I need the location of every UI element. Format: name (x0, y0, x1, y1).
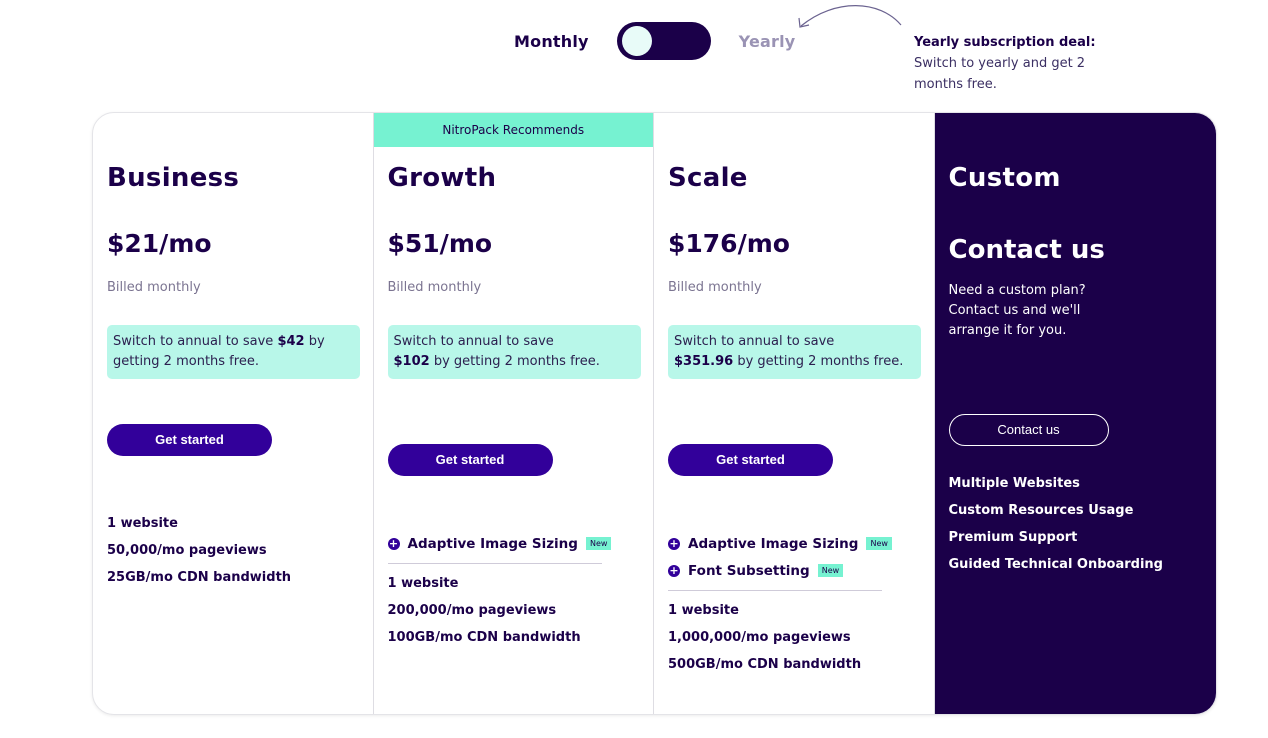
plus-circle-icon: + (668, 563, 680, 577)
feature-item: Guided Technical Onboarding (948, 557, 1163, 572)
divider (387, 563, 602, 564)
pricing-plans: Business $21/mo Billed monthly Switch to… (92, 112, 1217, 715)
new-badge: New (817, 564, 844, 577)
deal-text: Switch to yearly and get 2 months free. (914, 56, 1086, 92)
plan-card-growth: NitroPack Recommends Growth $51/mo Bille… (373, 113, 654, 714)
addon-item: + Font Subsetting New (668, 557, 892, 584)
addon-label: Adaptive Image Sizing (688, 535, 859, 552)
feature-list: Multiple Websites Custom Resources Usage… (949, 470, 1163, 578)
addon-label: Font Subsetting (688, 562, 810, 579)
addon-item: + Adaptive Image Sizing New (387, 530, 612, 557)
feature-item: 1 website (668, 603, 739, 618)
feature-item: Multiple Websites (948, 476, 1080, 491)
feature-list: + Adaptive Image Sizing New + Font Subse… (668, 530, 892, 678)
plan-card-scale: Scale $176/mo Billed monthly Switch to a… (654, 113, 935, 714)
plus-circle-icon: + (668, 536, 680, 550)
feature-item: 50,000/mo pageviews (107, 543, 267, 558)
feature-item: Premium Support (948, 530, 1078, 545)
addon-item: + Adaptive Image Sizing New (668, 530, 892, 557)
recommended-banner: NitroPack Recommends (373, 113, 653, 147)
save-prefix: Switch to annual to save (393, 334, 554, 349)
save-suffix: by getting 2 months free. (733, 354, 904, 369)
feature-list: 1 website 50,000/mo pageviews 25GB/mo CD… (107, 510, 291, 591)
plan-card-custom: Custom Contact us Need a custom plan? Co… (934, 113, 1216, 714)
billing-note: Billed monthly (107, 280, 201, 295)
save-amount: $351.96 (674, 354, 734, 369)
divider (668, 590, 882, 591)
plan-price: $176/mo (668, 229, 790, 258)
get-started-button[interactable]: Get started (387, 444, 553, 476)
feature-list: + Adaptive Image Sizing New 1 website 20… (387, 530, 612, 651)
new-badge: New (585, 537, 612, 550)
contact-us-button[interactable]: Contact us (948, 414, 1109, 446)
save-suffix: by getting 2 months free. (429, 354, 600, 369)
billing-period-switch[interactable] (616, 22, 711, 60)
annual-savings-note: Switch to annual to save $102 by getting… (387, 325, 641, 379)
plus-circle-icon: + (387, 536, 400, 550)
plan-name: Growth (387, 163, 497, 193)
deal-title: Yearly subscription deal: (914, 35, 1096, 50)
save-amount: $42 (277, 334, 305, 349)
plan-name: Business (107, 163, 240, 193)
feature-item: 500GB/mo CDN bandwidth (668, 657, 862, 672)
billing-note: Billed monthly (668, 280, 762, 295)
contact-title: Contact us (948, 235, 1105, 265)
switch-knob (621, 26, 652, 56)
plan-card-business: Business $21/mo Billed monthly Switch to… (93, 113, 374, 714)
annual-savings-note: Switch to annual to save $351.96 by gett… (668, 325, 921, 379)
annual-savings-note: Switch to annual to save $42 by getting … (107, 325, 360, 379)
plan-name: Scale (668, 163, 748, 193)
save-prefix: Switch to annual to save (674, 334, 835, 349)
contact-description: Need a custom plan? Contact us and we'll… (948, 283, 1086, 338)
feature-item: 1 website (387, 576, 459, 591)
save-prefix: Switch to annual to save (113, 334, 278, 349)
feature-item: 1 website (107, 516, 178, 531)
monthly-label[interactable]: Monthly (514, 32, 589, 51)
new-badge: New (866, 537, 892, 550)
addon-label: Adaptive Image Sizing (407, 535, 578, 552)
billing-toggle: Monthly Yearly (514, 22, 795, 60)
feature-item: 200,000/mo pageviews (387, 603, 557, 618)
billing-note: Billed monthly (387, 280, 482, 295)
plan-price: $51/mo (387, 229, 493, 258)
feature-item: 25GB/mo CDN bandwidth (107, 570, 292, 585)
yearly-deal-note: Yearly subscription deal: Switch to year… (914, 33, 1124, 95)
get-started-button[interactable]: Get started (107, 424, 272, 456)
yearly-label[interactable]: Yearly (739, 32, 796, 51)
get-started-button[interactable]: Get started (668, 444, 833, 476)
plan-price: $21/mo (107, 229, 212, 258)
feature-item: Custom Resources Usage (948, 503, 1134, 518)
curved-arrow-icon (798, 5, 902, 28)
feature-item: 100GB/mo CDN bandwidth (387, 630, 581, 645)
feature-item: 1,000,000/mo pageviews (668, 630, 851, 645)
plan-name: Custom (948, 163, 1061, 193)
save-amount: $102 (393, 354, 430, 369)
